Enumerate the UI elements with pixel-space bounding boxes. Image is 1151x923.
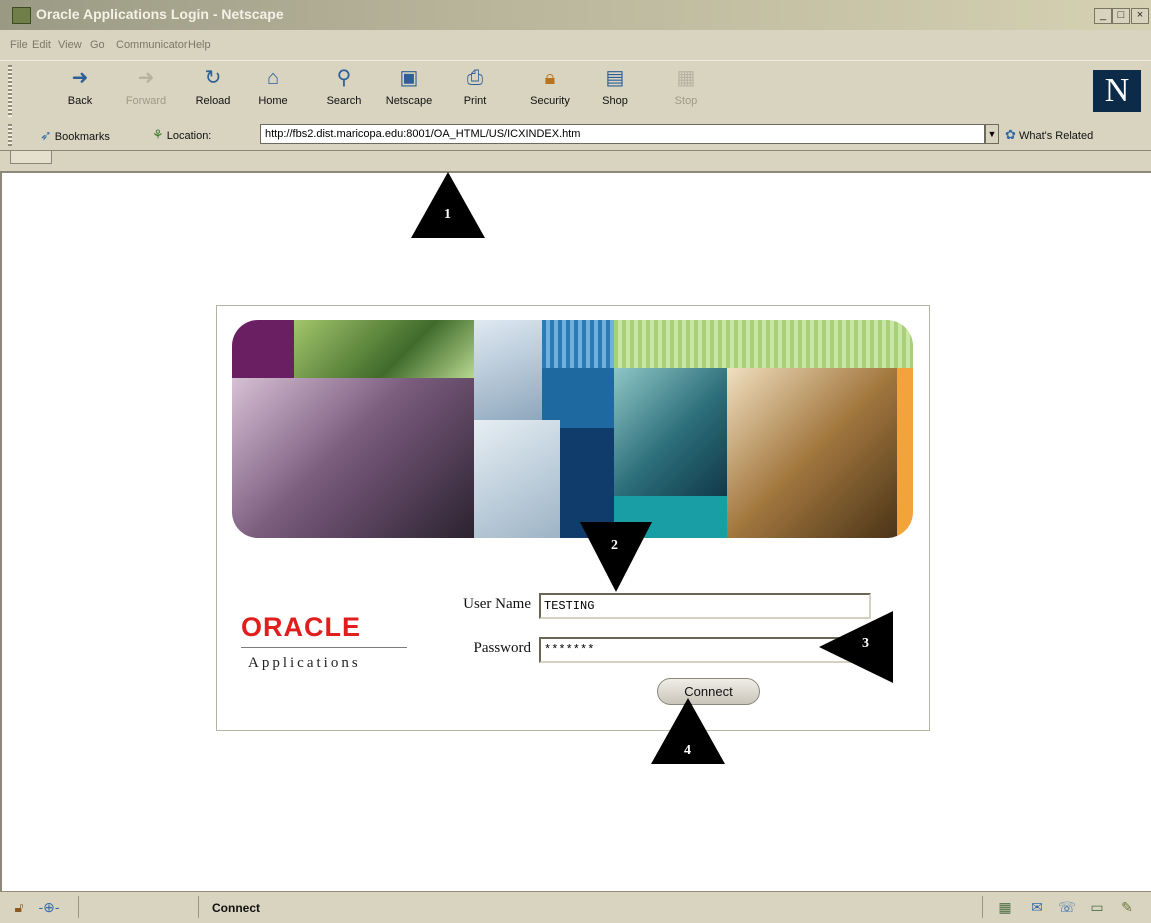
- whats-related-button[interactable]: ✿ What's Related: [1005, 125, 1093, 146]
- forward-arrow-icon: ➜: [137, 67, 155, 89]
- reload-icon: ↻: [204, 67, 222, 89]
- location-grip[interactable]: [8, 124, 12, 146]
- username-label: User Name: [463, 596, 531, 612]
- netscape-window-icon: [12, 7, 31, 24]
- netscape-logo[interactable]: N: [1093, 70, 1141, 112]
- status-divider: [982, 896, 983, 918]
- callout-1-marker: [411, 172, 485, 238]
- window-title: Oracle Applications Login - Netscape: [36, 6, 284, 22]
- address-book-icon[interactable]: ✎: [1118, 899, 1136, 915]
- print-icon: ⎙: [467, 67, 483, 89]
- search-icon: ⚲: [336, 67, 352, 89]
- navigation-toolbar: ➜ Back ➜ Forward ↻ Reload ⌂ Home ⚲ Search ▣ Ne…: [0, 60, 1151, 122]
- logo-divider: [241, 647, 407, 648]
- composer-icon[interactable]: ▭: [1088, 899, 1106, 915]
- callout-2-marker: [580, 522, 652, 592]
- menu-help[interactable]: Help: [188, 39, 211, 51]
- menu-view[interactable]: View: [58, 39, 82, 51]
- related-icon: ✿: [1005, 127, 1016, 142]
- oracle-logo: ORACLE: [241, 612, 361, 642]
- close-button[interactable]: ×: [1131, 8, 1149, 24]
- oracle-banner-image: [232, 320, 913, 538]
- stop-icon: ▦: [676, 67, 696, 89]
- reload-button[interactable]: ↻ Reload: [185, 65, 241, 117]
- security-lock-icon[interactable]: 🔓︎: [10, 899, 28, 915]
- banner-tile: [614, 320, 913, 368]
- banner-photo-blueprint: [474, 420, 560, 538]
- shop-button[interactable]: ▤ Shop: [587, 65, 643, 117]
- home-button[interactable]: ⌂ Home: [245, 65, 301, 117]
- status-divider: [78, 896, 79, 918]
- lock-icon: 🔒︎: [544, 67, 556, 89]
- shop-icon: ▤: [605, 67, 625, 89]
- menu-bar: File Edit View Go Communicator Help: [0, 30, 1151, 60]
- netscape-button[interactable]: ▣ Netscape: [381, 65, 437, 117]
- menu-file[interactable]: File: [10, 39, 28, 51]
- callout-3-marker: [819, 611, 893, 683]
- menu-communicator[interactable]: Communicator: [116, 39, 188, 51]
- stop-button[interactable]: ▦ Stop: [658, 65, 714, 117]
- banner-tile: [542, 320, 614, 368]
- navigator-icon[interactable]: ▦: [996, 899, 1014, 915]
- banner-tile: [474, 320, 542, 420]
- page-proxy-icon[interactable]: ⚘: [152, 127, 164, 142]
- location-toolbar: ➶ Bookmarks ⚘ Location: http://fbs2.dist…: [0, 120, 1151, 151]
- menu-edit[interactable]: Edit: [32, 39, 51, 51]
- status-divider: [198, 896, 199, 918]
- banner-tile: [542, 368, 614, 428]
- forward-button[interactable]: ➜ Forward: [118, 65, 174, 117]
- bookmarks-icon: ➶: [40, 127, 52, 143]
- url-dropdown-icon[interactable]: ▼: [985, 124, 999, 144]
- callout-1-label: 1: [444, 207, 451, 222]
- bookmarks-button[interactable]: ➶ Bookmarks: [40, 125, 110, 145]
- password-label: Password: [473, 640, 531, 656]
- search-button[interactable]: ⚲ Search: [316, 65, 372, 117]
- status-text: Connect: [212, 901, 260, 915]
- toolbar-collapse-strip: [0, 151, 1151, 173]
- home-icon: ⌂: [266, 67, 280, 89]
- url-field[interactable]: http://fbs2.dist.maricopa.edu:8001/OA_HT…: [260, 124, 985, 144]
- window-title-bar[interactable]: Oracle Applications Login - Netscape _ □…: [0, 0, 1151, 30]
- banner-photo-keyboard: [614, 368, 727, 496]
- callout-2-label: 2: [611, 538, 618, 553]
- mail-icon[interactable]: ✉: [1028, 899, 1046, 915]
- back-arrow-icon: ➜: [71, 67, 89, 89]
- netscape-icon: ▣: [399, 67, 419, 89]
- discussions-icon[interactable]: ☏: [1058, 899, 1076, 915]
- print-button[interactable]: ⎙ Print: [447, 65, 503, 117]
- toolbar-grip[interactable]: [8, 65, 12, 117]
- location-label: ⚘ Location:: [152, 127, 212, 142]
- back-button[interactable]: ➜ Back: [52, 65, 108, 117]
- menu-go[interactable]: Go: [90, 39, 105, 51]
- security-button[interactable]: 🔒︎ Security: [522, 65, 578, 117]
- banner-photo-meeting: [232, 378, 474, 538]
- minimize-button[interactable]: _: [1094, 8, 1112, 24]
- banner-tile: [897, 368, 913, 538]
- banner-photo-workers: [727, 368, 897, 538]
- banner-tile: [294, 320, 474, 378]
- connection-status-icon: -⊕-: [38, 899, 60, 915]
- callout-3-label: 3: [862, 636, 869, 651]
- banner-tile: [232, 320, 294, 378]
- maximize-button[interactable]: □: [1112, 8, 1130, 24]
- status-bar: 🔓︎ -⊕- Connect ▦ ✉ ☏ ▭ ✎: [0, 891, 1151, 923]
- callout-4-label: 4: [684, 743, 691, 758]
- collapse-tab[interactable]: [10, 151, 52, 164]
- applications-label: Applications: [248, 655, 361, 671]
